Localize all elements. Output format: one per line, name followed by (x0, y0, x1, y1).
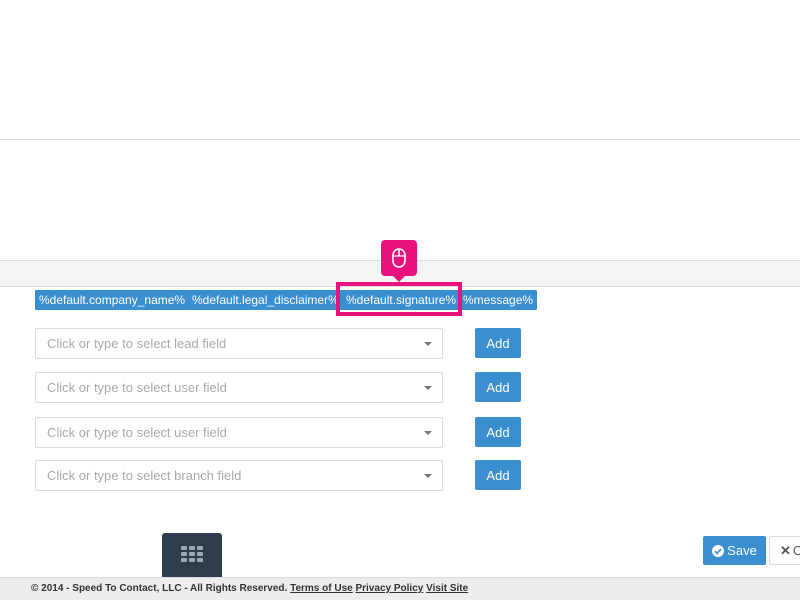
save-label: Save (727, 543, 757, 558)
template-editor-page: %default.company_name% %default.legal_di… (0, 0, 800, 600)
lead-field-select[interactable]: Click or type to select lead field (35, 328, 443, 359)
branch-field-select[interactable]: Click or type to select branch field (35, 460, 443, 491)
user-field-placeholder: Click or type to select user field (47, 380, 227, 395)
caret-down-icon[interactable] (424, 342, 432, 346)
add-user-field-button[interactable]: Add (475, 372, 521, 402)
caret-down-icon[interactable] (424, 386, 432, 390)
user-field-row-2: Click or type to select user field Add (35, 417, 521, 449)
mouse-icon (392, 248, 406, 268)
check-circle-icon (712, 545, 725, 557)
cancel-label: C (793, 543, 800, 558)
terms-link[interactable]: Terms of Use (290, 583, 353, 594)
cancel-button[interactable]: ✕C (769, 536, 800, 565)
tag-company-name[interactable]: %default.company_name% (35, 290, 190, 310)
caret-down-icon[interactable] (424, 431, 432, 435)
footer-copyright: © 2014 - Speed To Contact, LLC - All Rig… (31, 583, 288, 594)
apps-launcher-button[interactable] (162, 533, 222, 577)
branch-field-placeholder: Click or type to select branch field (47, 468, 242, 483)
user-field-select[interactable]: Click or type to select user field (35, 372, 443, 403)
add-branch-field-button[interactable]: Add (475, 460, 521, 490)
caret-down-icon[interactable] (424, 474, 432, 478)
tag-message[interactable]: %message% (459, 290, 538, 310)
branch-field-row: Click or type to select branch field Add (35, 460, 521, 492)
user-field-placeholder-2: Click or type to select user field (47, 425, 227, 440)
click-marker (381, 240, 417, 282)
lead-field-row: Click or type to select lead field Add (35, 328, 521, 360)
user-field-row: Click or type to select user field Add (35, 372, 521, 404)
save-button[interactable]: Save (703, 536, 766, 565)
tag-signature[interactable]: %default.signature% (342, 290, 461, 310)
editor-content-area[interactable] (0, 0, 800, 140)
page-footer: © 2014 - Speed To Contact, LLC - All Rig… (0, 577, 800, 600)
user-field-select-2[interactable]: Click or type to select user field (35, 417, 443, 448)
privacy-link[interactable]: Privacy Policy (356, 583, 424, 594)
visit-site-link[interactable]: Visit Site (426, 583, 468, 594)
add-lead-field-button[interactable]: Add (475, 328, 521, 358)
lead-field-placeholder: Click or type to select lead field (47, 336, 227, 351)
x-icon: ✕ (780, 542, 791, 558)
add-user-field-button-2[interactable]: Add (475, 417, 521, 447)
grid-icon (181, 546, 203, 562)
tag-legal-disclaimer[interactable]: %default.legal_disclaimer% (188, 290, 343, 310)
